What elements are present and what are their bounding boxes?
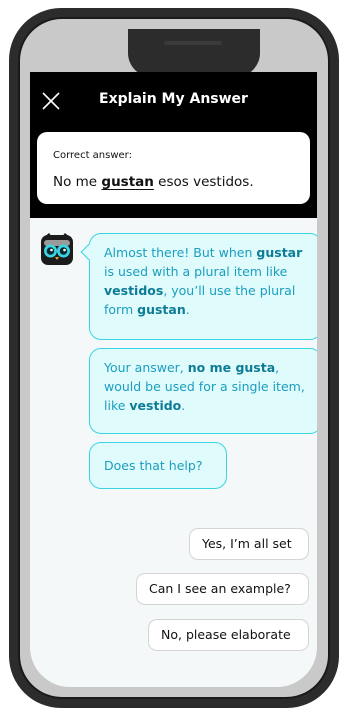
reply-all-set-button[interactable]: Yes, I’m all set (189, 528, 309, 560)
answer-text-after: esos vestidos. (153, 174, 254, 190)
answer-highlight-word: gustan (101, 174, 154, 190)
bubble-bold-word: gustar (256, 245, 303, 260)
bubble-text: . (185, 302, 190, 317)
chat-bubble-question: Does that help? (89, 442, 227, 489)
phone-notch (128, 29, 260, 77)
reply-elaborate-button[interactable]: No, please elaborate (148, 619, 309, 651)
owl-avatar-icon (41, 233, 73, 265)
tutor-avatar (40, 232, 74, 266)
bubble-text: Your answer, (104, 360, 188, 375)
answer-text-before: No me (53, 174, 102, 190)
page-title: Explain My Answer (99, 91, 248, 107)
bubble-bold-word: vestidos (104, 283, 164, 298)
bubble-text: Does that help? (104, 458, 203, 473)
correct-answer-text: No me gustan esos vestidos. (53, 174, 254, 190)
header: Explain My Answer Correct answer: No me … (30, 72, 317, 218)
chat-bubble-explanation: Almost there! But when gustar is used wi… (80, 233, 317, 340)
bubble-bold-word: no me gusta (187, 360, 276, 375)
bubble-bold-word: gustan (137, 302, 186, 317)
bubble-text: . (181, 398, 186, 413)
bubble-bold-word: vestido (129, 398, 182, 413)
chat-bubble-your-answer: Your answer, no me gusta, would be used … (89, 348, 317, 434)
reply-example-button[interactable]: Can I see an example? (136, 573, 309, 605)
app-screen: Explain My Answer Correct answer: No me … (30, 72, 317, 687)
bubble-tail (80, 243, 98, 261)
bubble-text: Almost there! But when (104, 245, 257, 260)
correct-answer-card: Correct answer: No me gustan esos vestid… (37, 132, 310, 204)
correct-answer-label: Correct answer: (53, 150, 132, 161)
bubble-text: is used with a plural item like (104, 264, 288, 279)
